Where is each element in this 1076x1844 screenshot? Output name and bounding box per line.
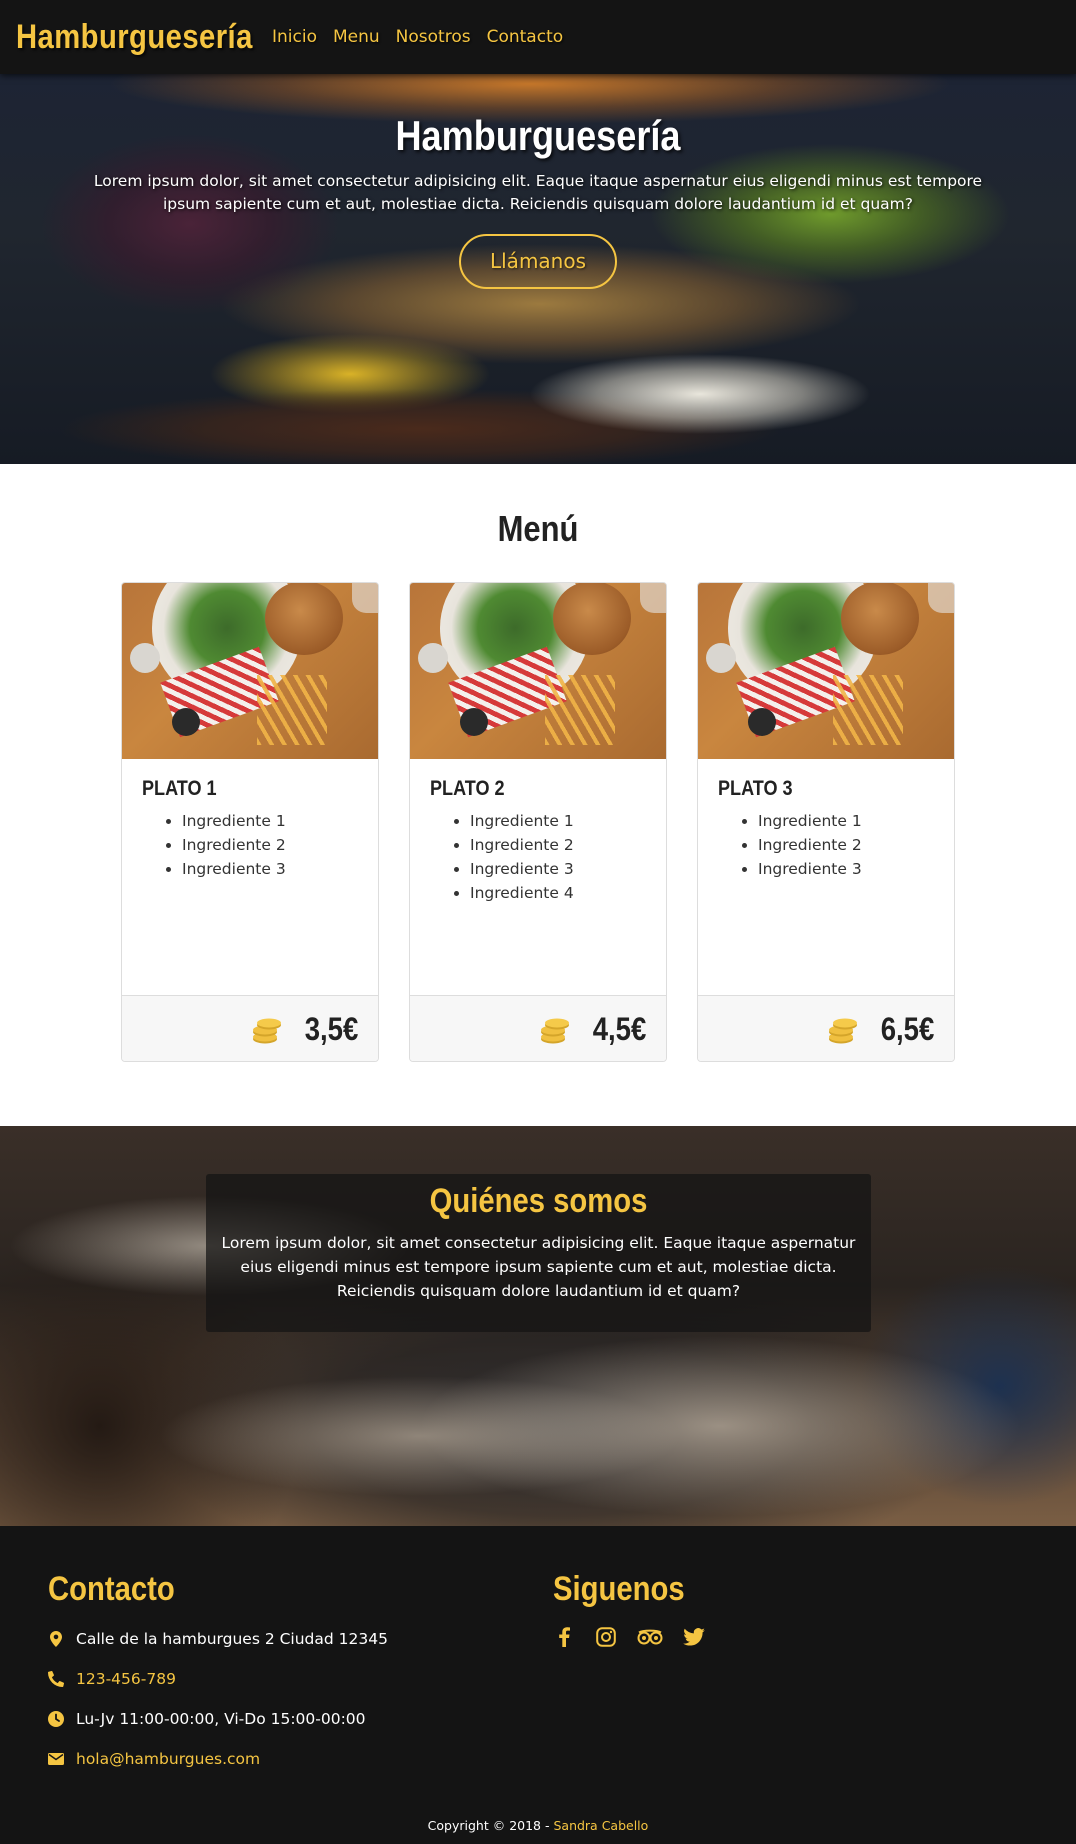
- ingredient-item: Ingrediente 3: [470, 857, 646, 881]
- dish-name: PLATO 1: [142, 777, 217, 800]
- dish-image: [122, 583, 378, 759]
- menu-card: PLATO 1 Ingrediente 1 Ingrediente 2 Ingr…: [121, 582, 379, 1062]
- phone-row: 123-456-789: [48, 1670, 176, 1688]
- call-button[interactable]: Llámanos: [459, 234, 617, 289]
- nav-link-nosotros[interactable]: Nosotros: [396, 27, 471, 47]
- ingredient-item: Ingrediente 3: [758, 857, 934, 881]
- dish-name: PLATO 2: [430, 777, 505, 800]
- about-text: Lorem ipsum dolor, sit amet consectetur …: [221, 1234, 856, 1300]
- nav-link-menu[interactable]: Menu: [333, 27, 380, 47]
- contact-title: Contacto: [48, 1570, 175, 1608]
- about-title: Quiénes somos: [429, 1182, 648, 1220]
- author-link[interactable]: Sandra Cabello: [553, 1818, 648, 1833]
- ingredient-item: Ingrediente 1: [470, 809, 646, 833]
- navbar: Hamburguesería Inicio Menu Nosotros Cont…: [0, 0, 1076, 74]
- phone-link[interactable]: 123-456-789: [76, 1670, 176, 1688]
- dish-price: 3,5€: [304, 1011, 358, 1047]
- dish-image: [410, 583, 666, 759]
- hero-section: Hamburguesería Lorem ipsum dolor, sit am…: [0, 74, 1076, 464]
- ingredient-list: Ingrediente 1 Ingrediente 2 Ingrediente …: [182, 809, 358, 881]
- card-footer: 3,5€: [122, 995, 378, 1061]
- envelope-icon: [48, 1751, 64, 1767]
- facebook-icon[interactable]: [553, 1626, 575, 1648]
- copyright-text: Copyright © 2018 -: [427, 1818, 554, 1833]
- ingredient-item: Ingrediente 3: [182, 857, 358, 881]
- hours-row: Lu-Jv 11:00-00:00, Vi-Do 15:00-00:00: [48, 1710, 366, 1728]
- ingredient-item: Ingrediente 2: [470, 833, 646, 857]
- about-section: Quiénes somos Lorem ipsum dolor, sit ame…: [0, 1126, 1076, 1526]
- ingredient-list: Ingrediente 1 Ingrediente 2 Ingrediente …: [758, 809, 934, 881]
- dish-name: PLATO 3: [718, 777, 793, 800]
- about-box: Quiénes somos Lorem ipsum dolor, sit ame…: [206, 1174, 871, 1332]
- email-link[interactable]: hola@hamburgues.com: [76, 1750, 260, 1768]
- social-links: [553, 1626, 705, 1648]
- dish-price: 6,5€: [880, 1011, 934, 1047]
- nav-link-inicio[interactable]: Inicio: [272, 27, 317, 47]
- ingredient-item: Ingrediente 4: [470, 881, 646, 905]
- hours-text: Lu-Jv 11:00-00:00, Vi-Do 15:00-00:00: [76, 1710, 366, 1728]
- nav-link-contacto[interactable]: Contacto: [487, 27, 564, 47]
- ingredient-item: Ingrediente 1: [758, 809, 934, 833]
- coins-icon: [252, 1018, 281, 1043]
- map-marker-icon: [48, 1631, 64, 1647]
- instagram-icon[interactable]: [595, 1626, 617, 1648]
- dish-price: 4,5€: [592, 1011, 646, 1047]
- ingredient-item: Ingrediente 2: [758, 833, 934, 857]
- copyright: Copyright © 2018 - Sandra Cabello: [0, 1818, 1076, 1833]
- menu-title: Menú: [497, 508, 579, 549]
- ingredient-item: Ingrediente 2: [182, 833, 358, 857]
- card-footer: 6,5€: [698, 995, 954, 1061]
- address-text: Calle de la hamburgues 2 Ciudad 12345: [76, 1630, 388, 1648]
- email-row: hola@hamburgues.com: [48, 1750, 260, 1768]
- coins-icon: [828, 1018, 857, 1043]
- tripadvisor-icon[interactable]: [637, 1626, 663, 1648]
- ingredient-item: Ingrediente 1: [182, 809, 358, 833]
- ingredient-list: Ingrediente 1 Ingrediente 2 Ingrediente …: [470, 809, 646, 905]
- clock-icon: [48, 1711, 64, 1727]
- menu-card: PLATO 3 Ingrediente 1 Ingrediente 2 Ingr…: [697, 582, 955, 1062]
- dish-image: [698, 583, 954, 759]
- hero-title: Hamburguesería: [395, 112, 681, 159]
- address-row: Calle de la hamburgues 2 Ciudad 12345: [48, 1630, 388, 1648]
- menu-card: PLATO 2 Ingrediente 1 Ingrediente 2 Ingr…: [409, 582, 667, 1062]
- social-title: Siguenos: [553, 1570, 685, 1608]
- nav-links: Inicio Menu Nosotros Contacto: [272, 27, 563, 47]
- footer: Contacto Calle de la hamburgues 2 Ciudad…: [0, 1526, 1076, 1844]
- twitter-icon[interactable]: [683, 1626, 705, 1648]
- coins-icon: [540, 1018, 569, 1043]
- hero-content: Hamburguesería Lorem ipsum dolor, sit am…: [0, 74, 1076, 289]
- phone-icon: [48, 1671, 64, 1687]
- card-footer: 4,5€: [410, 995, 666, 1061]
- hero-text: Lorem ipsum dolor, sit amet consectetur …: [93, 172, 983, 213]
- brand-logo[interactable]: Hamburguesería: [16, 18, 252, 57]
